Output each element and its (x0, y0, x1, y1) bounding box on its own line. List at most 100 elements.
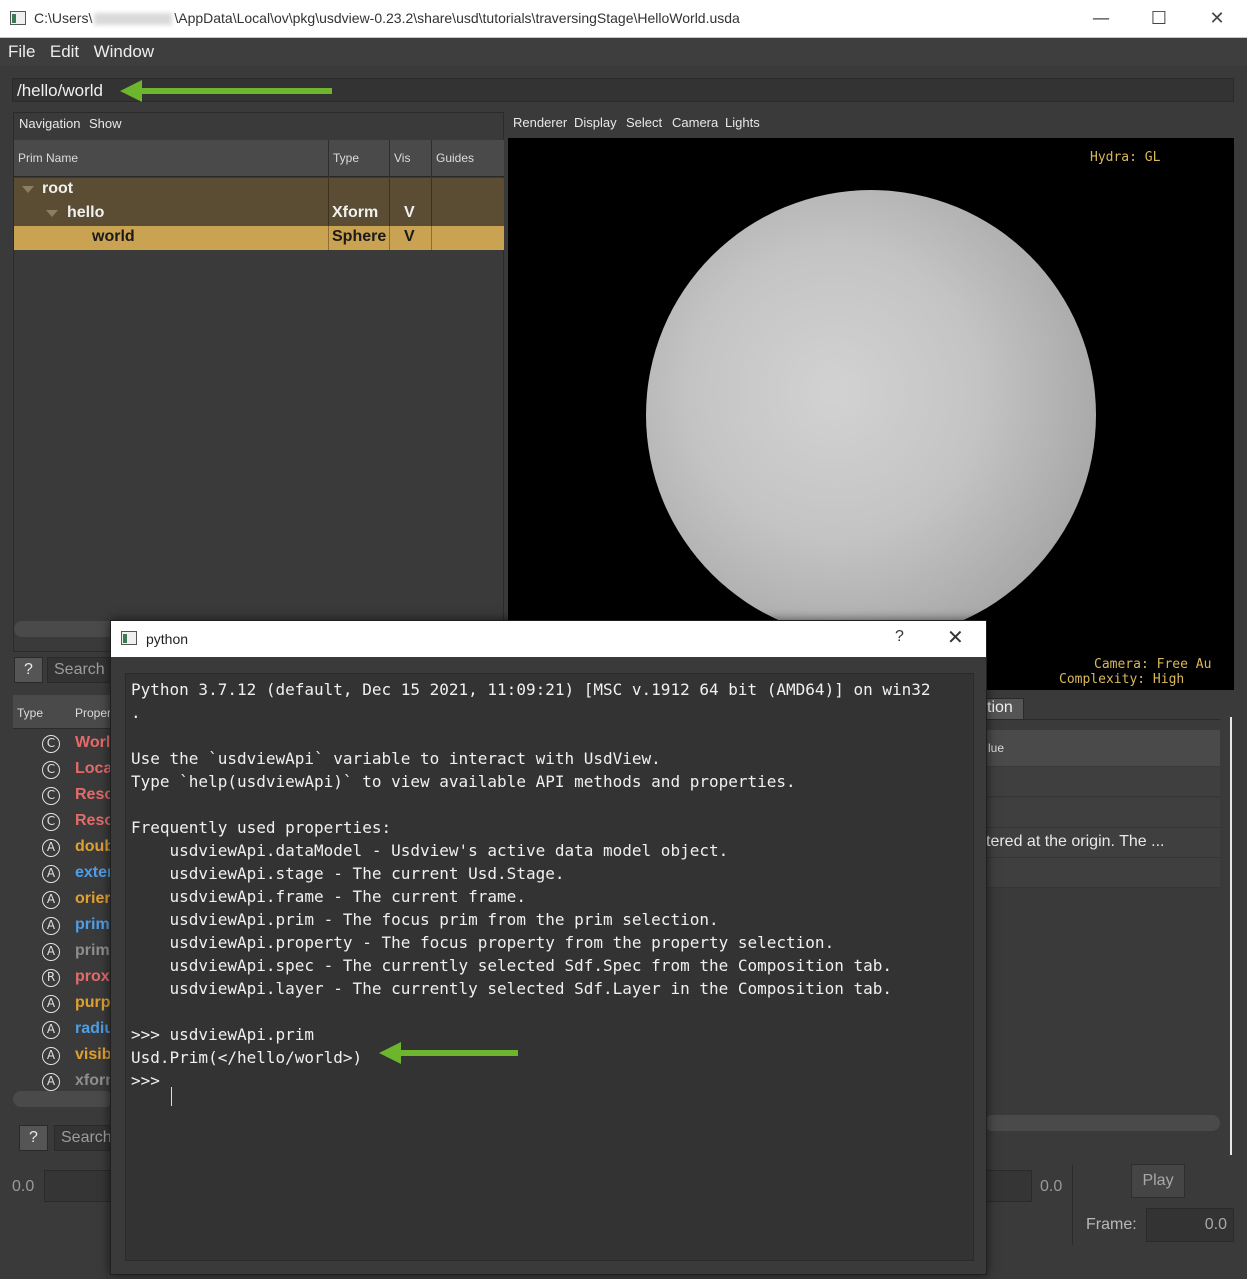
bottom-divider (1072, 1165, 1073, 1245)
help-button[interactable]: ? (895, 628, 904, 646)
expand-triangle-icon[interactable] (22, 186, 34, 193)
cell-divider (389, 178, 390, 202)
python-console[interactable]: Python 3.7.12 (default, Dec 15 2021, 11:… (125, 673, 974, 1261)
menu-lights[interactable]: Lights (725, 115, 760, 130)
prim-browser-menu: Navigation Show (14, 113, 503, 137)
property-row[interactable]: C Reso (13, 783, 114, 809)
tab-composition[interactable]: tion (984, 698, 1024, 720)
text-caret (171, 1087, 172, 1106)
frame-input[interactable]: 0.0 (1146, 1208, 1234, 1242)
property-name: radiu (75, 1020, 115, 1037)
menu-navigation[interactable]: Navigation (19, 116, 80, 131)
property-name: exter (75, 864, 114, 881)
property-row[interactable]: C Worl (13, 731, 113, 757)
tree-row-world-selected[interactable]: world Sphere V (14, 226, 504, 250)
property-name: xforn (75, 1072, 115, 1089)
expand-triangle-icon[interactable] (46, 210, 58, 217)
menu-camera[interactable]: Camera (672, 115, 718, 130)
menu-window[interactable]: Window (94, 42, 154, 62)
property-type-icon: A (42, 943, 60, 961)
cell-divider (431, 178, 432, 202)
property-name: orier (75, 890, 111, 907)
property-row[interactable]: C Reso (13, 809, 114, 835)
col-property[interactable]: Proper (75, 706, 111, 720)
col-vis[interactable]: Vis (394, 151, 410, 165)
col-prim-name[interactable]: Prim Name (18, 151, 78, 165)
3d-viewport[interactable]: Hydra: GL Camera: Free Au Complexity: Hi… (508, 138, 1234, 690)
col-type[interactable]: Type (17, 706, 43, 720)
col-type[interactable]: Type (333, 151, 359, 165)
property-row[interactable]: C Loca (13, 757, 113, 783)
prim-search-help-button[interactable]: ? (14, 657, 43, 683)
value-row[interactable]: tered at the origin. The ... (984, 828, 1220, 858)
value-row[interactable] (984, 767, 1220, 797)
property-search-help-button[interactable]: ? (19, 1125, 48, 1151)
range-end-field[interactable] (984, 1170, 1032, 1202)
property-row[interactable]: Aorier (13, 887, 113, 913)
col-value[interactable]: lue (988, 741, 1004, 755)
close-button[interactable]: ✕ (1188, 0, 1246, 38)
attribute-scrollbar[interactable] (984, 1115, 1220, 1131)
property-row[interactable]: Rprox (13, 965, 113, 991)
hud-camera: Camera: Free Au (1094, 657, 1212, 672)
property-name: Loca (75, 760, 113, 777)
menu-display[interactable]: Display (574, 115, 617, 130)
property-name: visib (75, 1046, 112, 1063)
attribute-panel: tion lue tered at the origin. The ... (984, 695, 1234, 1155)
property-row[interactable]: Aprim (13, 939, 113, 965)
property-type-icon: C (42, 787, 60, 805)
annotation-arrow-path (120, 80, 332, 102)
property-row[interactable]: Aexter (13, 861, 113, 887)
property-row[interactable]: Aprim (13, 913, 113, 939)
cell-divider (389, 202, 390, 226)
search-placeholder: Search (54, 661, 105, 678)
cell-divider (389, 226, 390, 250)
console-line: Python 3.7.12 (default, Dec 15 2021, 11:… (131, 680, 931, 699)
property-type-icon: A (42, 1047, 60, 1065)
close-icon[interactable]: ✕ (947, 625, 964, 649)
property-name: prim (75, 942, 110, 959)
range-start-field[interactable] (44, 1170, 114, 1202)
minimize-button[interactable]: — (1072, 0, 1130, 38)
property-row[interactable]: Avisib (13, 1043, 113, 1069)
prim-browser-panel: Navigation Show Prim Name Type Vis Guide… (13, 112, 504, 652)
properties-header: Type Proper (13, 695, 113, 729)
tree-row-hello[interactable]: hello Xform V (14, 202, 504, 226)
properties-scrollbar[interactable] (13, 1091, 113, 1107)
prim-type: Xform (332, 204, 379, 221)
frame-label: Frame: (1086, 1216, 1137, 1233)
python-dialog-title-bar: python ? ✕ (111, 621, 986, 657)
col-divider (389, 140, 390, 177)
value-row[interactable] (984, 858, 1220, 888)
play-button[interactable]: Play (1131, 1164, 1185, 1198)
app-icon (121, 631, 137, 645)
console-line: Usd.Prim(</hello/world>) (131, 1048, 363, 1067)
property-row[interactable]: Apurp (13, 991, 113, 1017)
cell-divider (431, 226, 432, 250)
property-row[interactable]: Aradiu (13, 1017, 115, 1043)
console-line: Frequently used properties: (131, 818, 392, 837)
menu-file[interactable]: File (8, 42, 35, 62)
window-title: C:\Users\ \AppData\Local\ov\pkg\usdview-0… (34, 10, 740, 26)
menu-select[interactable]: Select (626, 115, 662, 130)
menu-edit[interactable]: Edit (50, 42, 79, 62)
annotation-arrow-console (379, 1042, 518, 1064)
cell-divider (431, 202, 432, 226)
prim-vis[interactable]: V (404, 228, 415, 246)
sphere-render (646, 190, 1096, 640)
prim-vis[interactable]: V (404, 204, 415, 222)
tree-row-root[interactable]: root (14, 178, 504, 202)
prim-name: root (42, 180, 74, 197)
python-dialog-title: python (146, 631, 189, 647)
console-line: usdviewApi.property - The focus property… (131, 933, 835, 952)
maximize-button[interactable]: ☐ (1130, 0, 1188, 38)
menu-show[interactable]: Show (89, 116, 122, 131)
app-icon (10, 11, 26, 25)
prim-tree-header: Prim Name Type Vis Guides (14, 140, 504, 177)
menu-renderer[interactable]: Renderer (513, 115, 567, 130)
property-type-icon: A (42, 995, 60, 1013)
range-end-value: 0.0 (1040, 1178, 1063, 1195)
col-guides[interactable]: Guides (436, 151, 474, 165)
value-row[interactable] (984, 798, 1220, 828)
property-row[interactable]: Adoub (13, 835, 114, 861)
